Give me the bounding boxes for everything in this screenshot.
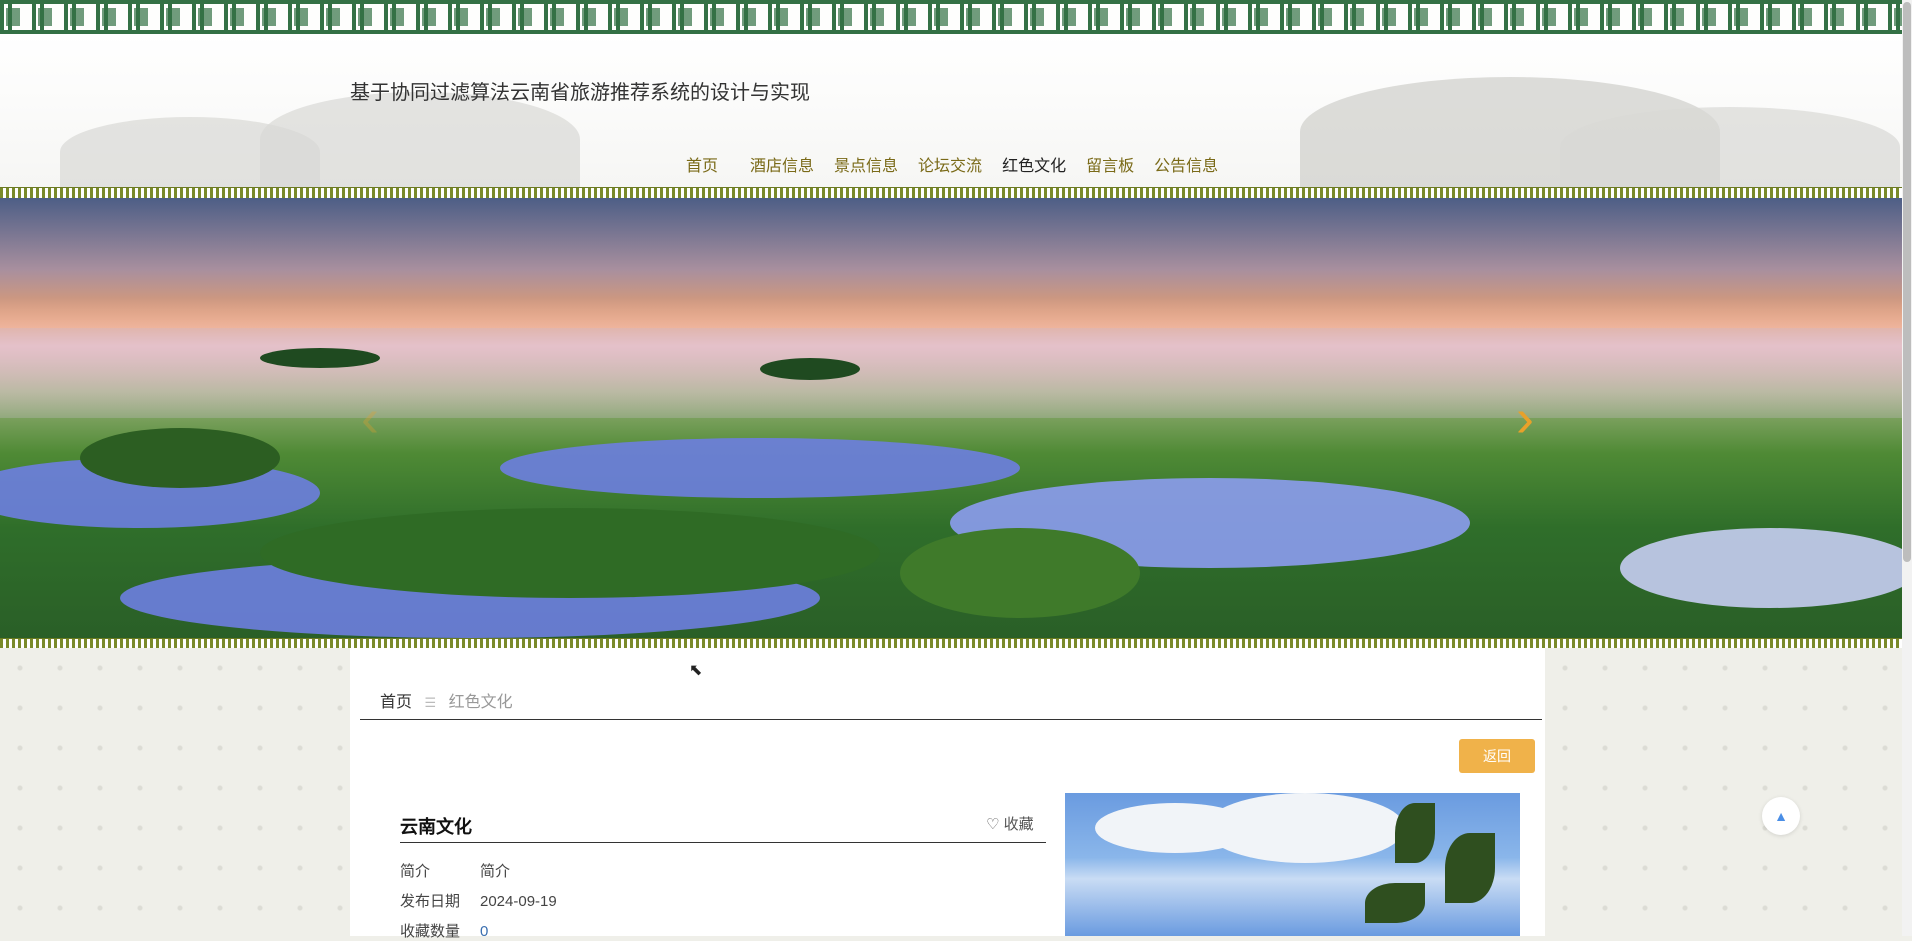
banner-tree: [760, 358, 860, 380]
site-header: 基于协同过滤算法云南省旅游推荐系统的设计与实现 首页 酒店信息 景点信息 论坛交…: [0, 34, 1902, 187]
detail-row-summary: 简介 简介: [400, 860, 510, 881]
arrow-up-icon: ▲: [1774, 808, 1788, 824]
breadcrumb-separator: ☰: [424, 695, 437, 710]
nav-scenic-info[interactable]: 景点信息: [824, 152, 908, 176]
detail-title: 云南文化: [400, 817, 472, 837]
nav-announcements[interactable]: 公告信息: [1144, 152, 1228, 176]
mountain-decoration: [260, 92, 580, 187]
nav-message-board[interactable]: 留言板: [1076, 152, 1144, 176]
main-nav: 首页 酒店信息 景点信息 论坛交流 红色文化 留言板 公告信息: [676, 152, 1228, 176]
back-button[interactable]: 返回: [1459, 739, 1535, 773]
carousel-prev-button[interactable]: ‹: [350, 388, 390, 448]
detail-value: 简介: [480, 863, 511, 880]
banner-water: [1620, 528, 1902, 608]
photo-leaf: [1365, 883, 1425, 923]
mouse-cursor: ⬉: [689, 662, 703, 679]
detail-row-date: 发布日期 2024-09-19: [400, 890, 557, 911]
nav-hotel-info[interactable]: 酒店信息: [740, 152, 824, 176]
nav-home[interactable]: 首页: [676, 152, 728, 176]
breadcrumb-home[interactable]: 首页: [380, 694, 412, 711]
chevron-left-icon: ‹: [361, 388, 379, 448]
detail-row-favorites: 收藏数量 0: [400, 920, 488, 941]
side-pattern: [0, 648, 350, 936]
divider: [360, 719, 1542, 720]
banner-tree: [80, 428, 280, 488]
site-title: 基于协同过滤算法云南省旅游推荐系统的设计与实现: [350, 82, 810, 104]
side-pattern: [1545, 648, 1902, 936]
content-panel: 首页 ☰ 红色文化 返回 云南文化 ♡ 收藏 简介 简介 发布日期 2024-09-…: [350, 648, 1545, 940]
scrollbar-thumb[interactable]: [1903, 2, 1911, 562]
nav-forum[interactable]: 论坛交流: [908, 152, 992, 176]
back-to-top-button[interactable]: ▲: [1762, 797, 1800, 835]
banner-tree: [260, 508, 880, 598]
favorite-button[interactable]: ♡ 收藏: [986, 813, 1034, 834]
detail-key: 简介: [400, 863, 431, 880]
detail-value: 0: [480, 923, 489, 940]
breadcrumb-current: 红色文化: [448, 694, 513, 711]
detail-key: 收藏数量: [400, 923, 461, 940]
banner-tree: [260, 348, 380, 368]
detail-value: 2024-09-19: [480, 893, 557, 910]
divider: [400, 842, 1046, 843]
photo-cloud: [1205, 793, 1405, 863]
breadcrumb: 首页 ☰ 红色文化: [380, 688, 513, 712]
decorative-top-border: [0, 0, 1902, 34]
detail-key: 发布日期: [400, 893, 461, 910]
carousel-next-button[interactable]: ›: [1505, 388, 1545, 448]
detail-image: [1065, 793, 1520, 936]
banner-carousel: ‹ ›: [0, 198, 1902, 638]
page-scrollbar[interactable]: [1902, 0, 1912, 936]
mountain-decoration: [1560, 107, 1900, 187]
photo-leaf: [1395, 803, 1435, 863]
banner-water: [500, 438, 1020, 498]
nav-red-culture[interactable]: 红色文化: [992, 152, 1076, 176]
photo-leaf: [1445, 833, 1495, 903]
chevron-right-icon: ›: [1516, 388, 1534, 448]
banner-tree: [900, 528, 1140, 618]
